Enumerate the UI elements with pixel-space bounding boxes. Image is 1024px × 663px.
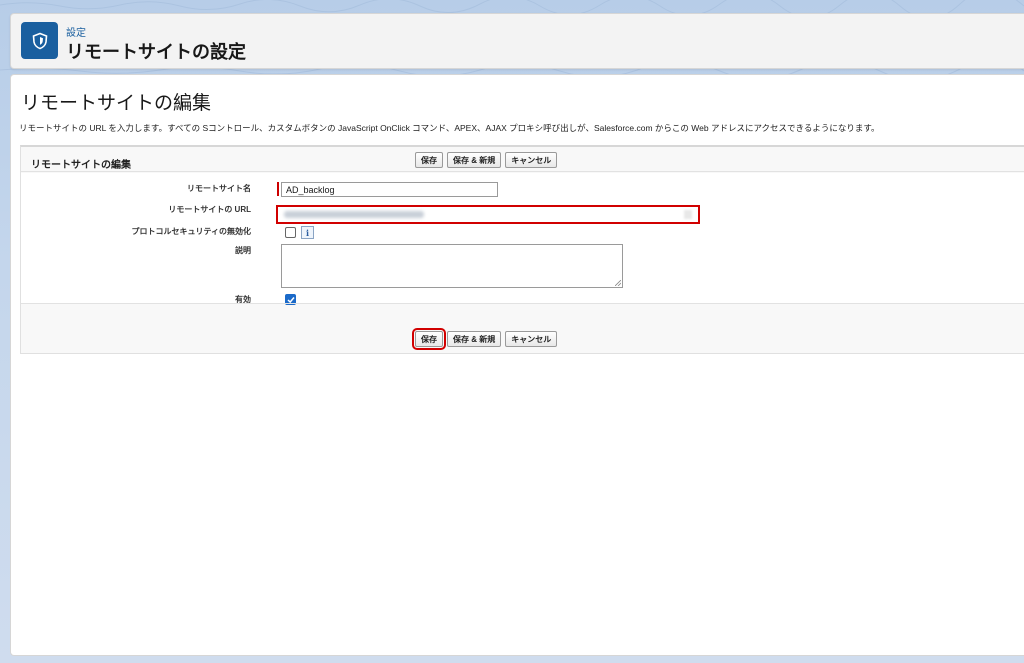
setup-shield-icon (21, 22, 58, 59)
save-button-top[interactable]: 保存 (415, 152, 443, 168)
disable-protocol-security-checkbox[interactable] (285, 227, 296, 238)
cancel-button-bottom[interactable]: キャンセル (505, 331, 558, 347)
setup-header: 設定 リモートサイトの設定 (10, 13, 1024, 69)
edit-panel: リモートサイトの編集 保存 保存 & 新規 キャンセル リモートサイト名 AD_… (20, 145, 1024, 354)
description-label: 説明 (235, 246, 251, 255)
page-title: リモートサイトの編集 (21, 93, 212, 114)
main-content: リモートサイトの編集 リモートサイトの URL を入力します。すべての Sコント… (10, 74, 1024, 656)
page-description: リモートサイトの URL を入力します。すべての Sコントロール、カスタムボタン… (19, 123, 880, 133)
disable-protocol-security-label: プロトコルセキュリティの無効化 (131, 227, 251, 236)
page-header-title: リモートサイトの設定 (66, 42, 246, 62)
save-new-button-top[interactable]: 保存 & 新規 (447, 152, 502, 168)
cancel-button-top[interactable]: キャンセル (505, 152, 558, 168)
resize-handle-icon[interactable] (615, 280, 621, 286)
description-textarea[interactable] (281, 244, 623, 288)
save-button-bottom[interactable]: 保存 (412, 328, 446, 350)
setup-breadcrumb[interactable]: 設定 (66, 24, 86, 39)
remote-site-url-input[interactable] (276, 205, 700, 224)
info-icon[interactable]: i (301, 226, 314, 239)
panel-divider-bottom (21, 303, 1024, 304)
url-field-end-blur (684, 210, 692, 219)
url-value-blurred (284, 211, 424, 218)
top-button-row: 保存 保存 & 新規 キャンセル (415, 152, 558, 168)
required-indicator (277, 182, 279, 196)
save-new-button-bottom[interactable]: 保存 & 新規 (447, 331, 502, 347)
remote-site-name-input[interactable]: AD_backlog (281, 182, 498, 197)
panel-title: リモートサイトの編集 (31, 160, 131, 171)
panel-divider-top (21, 171, 1024, 172)
remote-site-name-label: リモートサイト名 (187, 184, 251, 193)
bottom-button-row: 保存 保存 & 新規 キャンセル (412, 328, 558, 350)
remote-site-url-label: リモートサイトの URL (168, 205, 251, 214)
form-body: リモートサイト名 AD_backlog リモートサイトの URL プロトコルセキ… (21, 173, 1024, 305)
